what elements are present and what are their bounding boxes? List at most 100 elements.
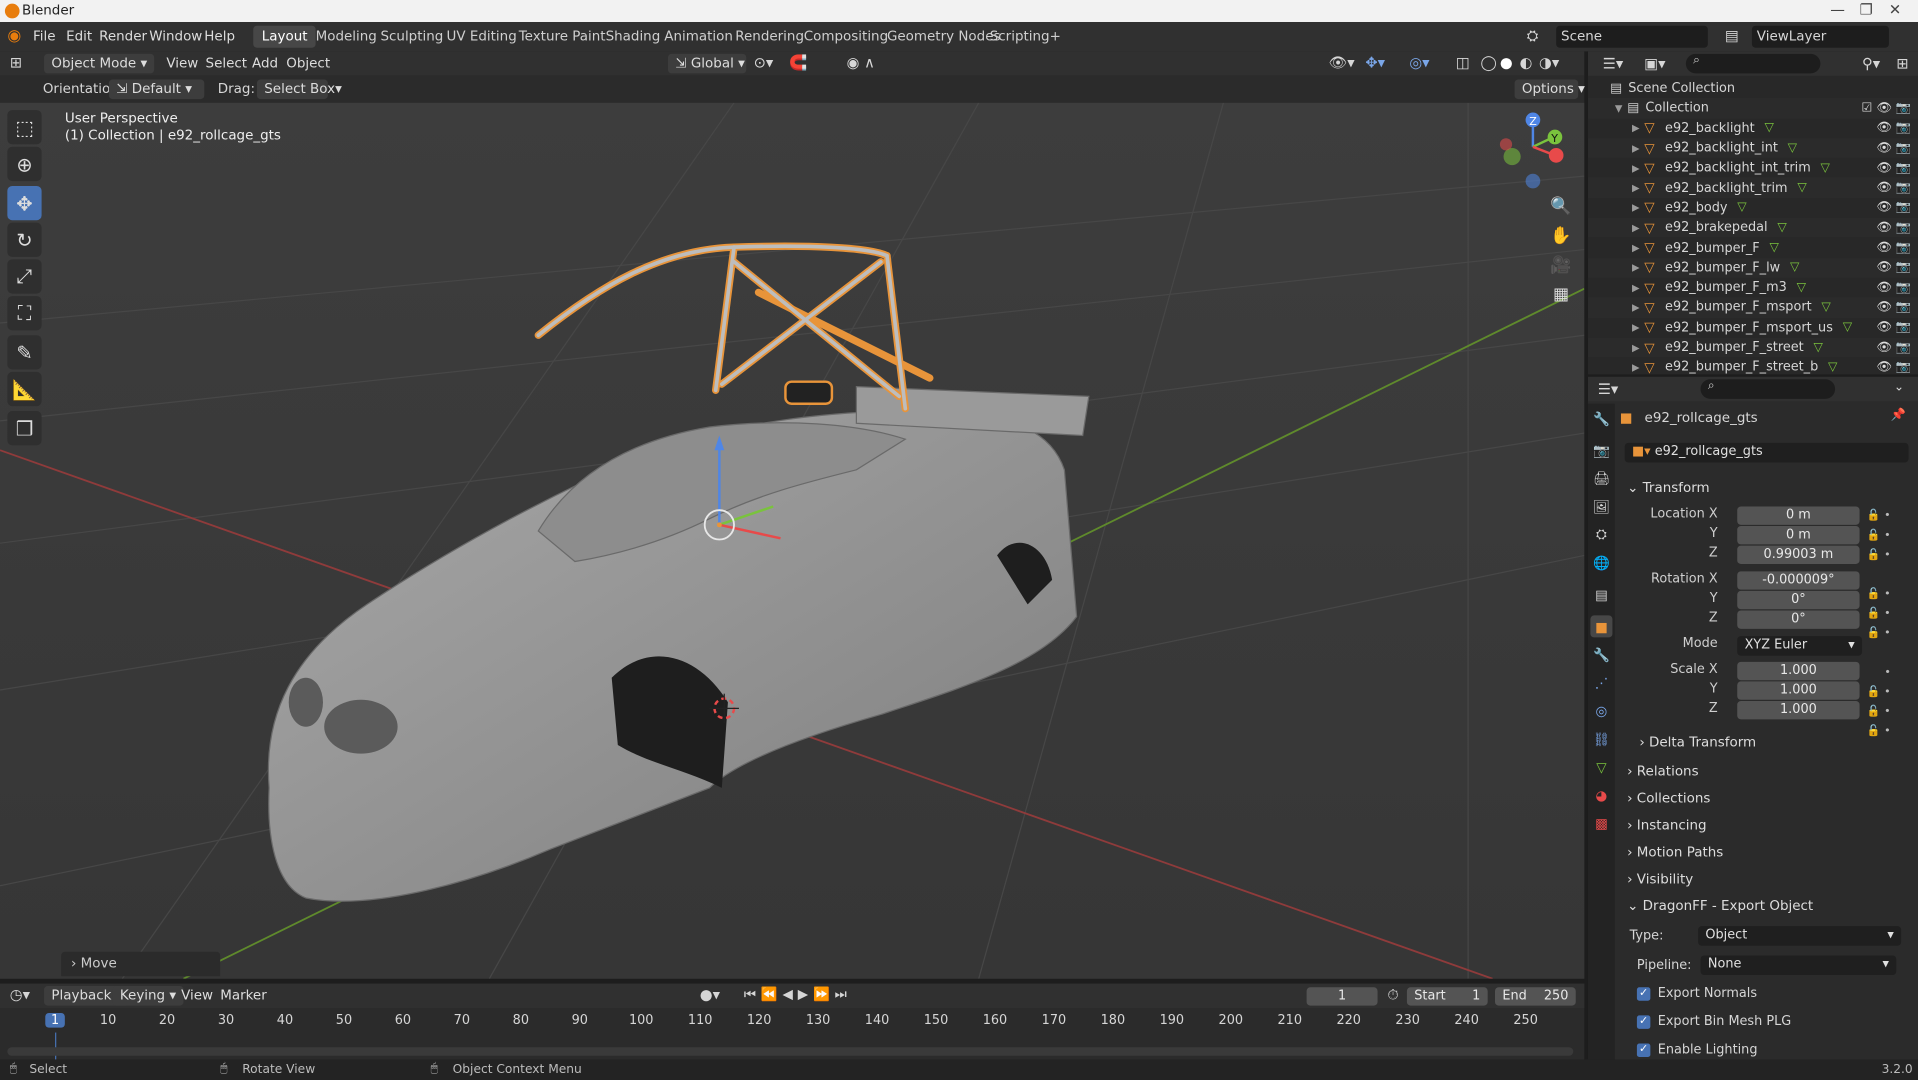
world-tab-icon[interactable]: 🌐 (1590, 552, 1612, 574)
minimize-icon[interactable]: — (1830, 1, 1845, 18)
close-icon[interactable]: ✕ (1889, 1, 1901, 18)
dragonff-type-dropdown[interactable]: Object ▾ (1698, 926, 1902, 946)
outliner-item[interactable]: ▶ ▽ e92_bumper_F_lw ▽ 👁 📷 (1587, 257, 1918, 278)
outliner-item[interactable]: ▶ ▽ e92_bumper_F_m3 ▽ 👁 📷 (1588, 278, 1918, 298)
item-visibility-icons[interactable]: 👁 📷 (1876, 121, 1911, 134)
expand-icon[interactable]: ▶ (1632, 322, 1644, 333)
visibility-icon[interactable]: 👁▾ (1329, 54, 1355, 71)
material-shading-icon[interactable]: ◐ (1519, 54, 1532, 71)
record-icon[interactable]: ●▾ (700, 986, 720, 1003)
outliner-item[interactable]: ▶ ▽ e92_bumper_F ▽ 👁 📷 (1588, 238, 1918, 258)
xray-icon[interactable]: ◫ (1456, 54, 1470, 71)
expand-icon[interactable]: ▶ (1632, 262, 1644, 273)
output-tab-icon[interactable]: 🖨 (1590, 467, 1612, 489)
overlay-toggle-icon[interactable]: ◎▾ (1409, 54, 1429, 71)
transform-tool[interactable]: ⛶ (7, 296, 42, 331)
instancing-panel[interactable]: › Instancing (1620, 812, 1914, 836)
maximize-icon[interactable]: ❐ (1860, 1, 1873, 18)
menu-file[interactable]: File (33, 28, 56, 44)
item-visibility-icons[interactable]: 👁 📷 (1876, 261, 1911, 274)
rotation-y-field[interactable]: 0° (1737, 590, 1860, 610)
location-x-field[interactable]: 0 m (1737, 506, 1860, 525)
new-collection-icon[interactable]: ⊞ (1896, 55, 1908, 72)
mesh-data-icon[interactable]: ▽ (1765, 121, 1774, 134)
mode-selector[interactable]: Object Mode ▾ (44, 53, 155, 74)
menu-edit[interactable]: Edit (66, 28, 92, 44)
pan-hand-icon[interactable]: ✋ (1548, 223, 1575, 250)
viewport-menu-object[interactable]: Object (286, 55, 330, 71)
viewport-menu-add[interactable]: Add (252, 55, 278, 71)
outliner-item[interactable]: ▶ ▽ e92_backlight ▽ 👁 📷 (1588, 118, 1918, 138)
expand-icon[interactable]: ▶ (1632, 282, 1644, 293)
outliner-item[interactable]: ▶ ▽ e92_backlight_int ▽ 👁 📷 (1587, 138, 1918, 159)
mesh-data-icon[interactable]: ▽ (1797, 281, 1806, 294)
expand-icon[interactable]: ▶ (1632, 123, 1644, 134)
location-y-field[interactable]: 0 m (1737, 526, 1860, 545)
timeline-ruler[interactable]: 1 10 20 30 40 50 60 70 80 90 100 110 120 130 140 150 160… (0, 1011, 1584, 1033)
last-operator-panel[interactable]: › Move (61, 951, 221, 977)
viewport-menu-view[interactable]: View (166, 55, 198, 71)
tool-tab-icon[interactable]: 🔧 (1590, 407, 1612, 429)
expand-icon[interactable]: ▶ (1632, 163, 1644, 174)
pin-icon[interactable]: 📌 (1891, 409, 1906, 422)
expand-icon[interactable]: ▶ (1632, 222, 1644, 233)
physics-tab-icon[interactable]: ◎ (1590, 700, 1612, 722)
transform-panel-header[interactable]: ⌄ Transform (1620, 475, 1914, 499)
add-workspace-icon[interactable]: + (1041, 26, 1069, 48)
camera-view-icon[interactable]: 🎥 (1548, 252, 1575, 279)
outliner-item[interactable]: ▶ ▽ e92_bumper_F_street ▽ 👁 📷 (1587, 337, 1918, 358)
rotation-mode-dropdown[interactable]: XYZ Euler ▾ (1737, 636, 1863, 656)
expand-icon[interactable]: ▶ (1632, 362, 1644, 373)
object-tab-icon[interactable]: ■ (1590, 615, 1613, 638)
viewlayer-selector[interactable]: ViewLayer (1751, 25, 1889, 48)
mesh-data-icon[interactable]: ▽ (1790, 261, 1799, 274)
end-frame-field[interactable]: End 250 (1494, 987, 1576, 1006)
item-visibility-icons[interactable]: 👁 📷 (1876, 241, 1911, 254)
mesh-data-icon[interactable]: ▽ (1777, 221, 1786, 234)
item-visibility-icons[interactable]: 👁 📷 (1876, 161, 1911, 174)
mesh-data-icon[interactable]: ▽ (1797, 181, 1806, 194)
enable-lighting-row[interactable]: ✓ Enable Lighting (1636, 1042, 1757, 1057)
render-tab-icon[interactable]: 📷 (1590, 439, 1612, 461)
wireframe-shading-icon[interactable]: ◯ (1480, 54, 1496, 71)
outliner-item[interactable]: ▶ ▽ e92_bumper_F_msport_us ▽ 👁 📷 (1588, 318, 1918, 338)
item-visibility-icons[interactable]: 👁 📷 (1876, 301, 1911, 314)
object-datablock[interactable]: ■▾ e92_rollcage_gts (1624, 442, 1909, 463)
item-visibility-icons[interactable]: 👁 📷 (1876, 141, 1911, 154)
orientation-dropdown[interactable]: ⇲ Default ▾ (108, 79, 205, 100)
viewport-menu-select[interactable]: Select (206, 55, 248, 71)
scale-x-field[interactable]: 1.000 (1737, 661, 1860, 681)
item-visibility-icons[interactable]: 👁 📷 (1876, 361, 1911, 374)
location-z-field[interactable]: 0.99003 m (1737, 545, 1860, 564)
outliner-item[interactable]: ▶ ▽ e92_backlight_trim ▽ 👁 📷 (1587, 177, 1918, 198)
dragonff-panel-header[interactable]: ⌄ DragonFF - Export Object (1620, 893, 1914, 917)
move-tool[interactable]: ✥ (7, 185, 42, 221)
export-normals-row[interactable]: ✓ Export Normals (1636, 986, 1757, 1001)
proportional-edit-icon[interactable]: ◉ ∧ (847, 54, 875, 71)
annotate-tool[interactable]: ✎ (7, 335, 42, 370)
data-tab-icon[interactable]: ▽ (1590, 756, 1612, 778)
transform-orientation[interactable]: ⇲ Global ▾ (667, 53, 747, 74)
outliner-item[interactable]: ▶ ▽ e92_brakepedal ▽ 👁 📷 (1587, 217, 1918, 238)
item-visibility-icons[interactable]: 👁 📷 (1876, 341, 1911, 354)
solid-shading-icon[interactable]: ● (1500, 54, 1513, 71)
expand-icon[interactable]: ▶ (1632, 342, 1644, 353)
modifier-tab-icon[interactable]: 🔧 (1590, 644, 1612, 666)
menu-render[interactable]: Render (99, 28, 147, 44)
drag-dropdown[interactable]: Select Box▾ (256, 79, 342, 100)
scale-y-field[interactable]: 1.000 (1737, 681, 1860, 700)
rotation-x-field[interactable]: -0.000009° (1737, 571, 1860, 590)
timeline-scrollbar[interactable] (7, 1047, 1574, 1056)
expand-icon[interactable]: ▶ (1632, 302, 1644, 313)
dragonff-pipeline-dropdown[interactable]: None ▾ (1700, 955, 1897, 976)
rendered-shading-icon[interactable]: ◑▾ (1539, 54, 1559, 71)
expand-icon[interactable]: ▶ (1632, 143, 1644, 154)
outliner-collection[interactable]: ▼ ▤ Collection ☑ 👁 📷 (1587, 98, 1918, 119)
outliner-scene-collection[interactable]: ▤ Scene Collection (1588, 78, 1918, 98)
outliner-item[interactable]: ▶ ▽ e92_bumper_F_msport ▽ 👁 📷 (1587, 297, 1918, 318)
mesh-data-icon[interactable]: ▽ (1843, 321, 1852, 334)
options-dropdown[interactable]: Options ▾ (1514, 79, 1585, 100)
collection-visibility-icons[interactable]: ☑ 👁 📷 (1861, 101, 1911, 114)
pivot-icon[interactable]: ⊙▾ (754, 54, 774, 71)
cursor-tool[interactable]: ⊕ (7, 146, 42, 182)
